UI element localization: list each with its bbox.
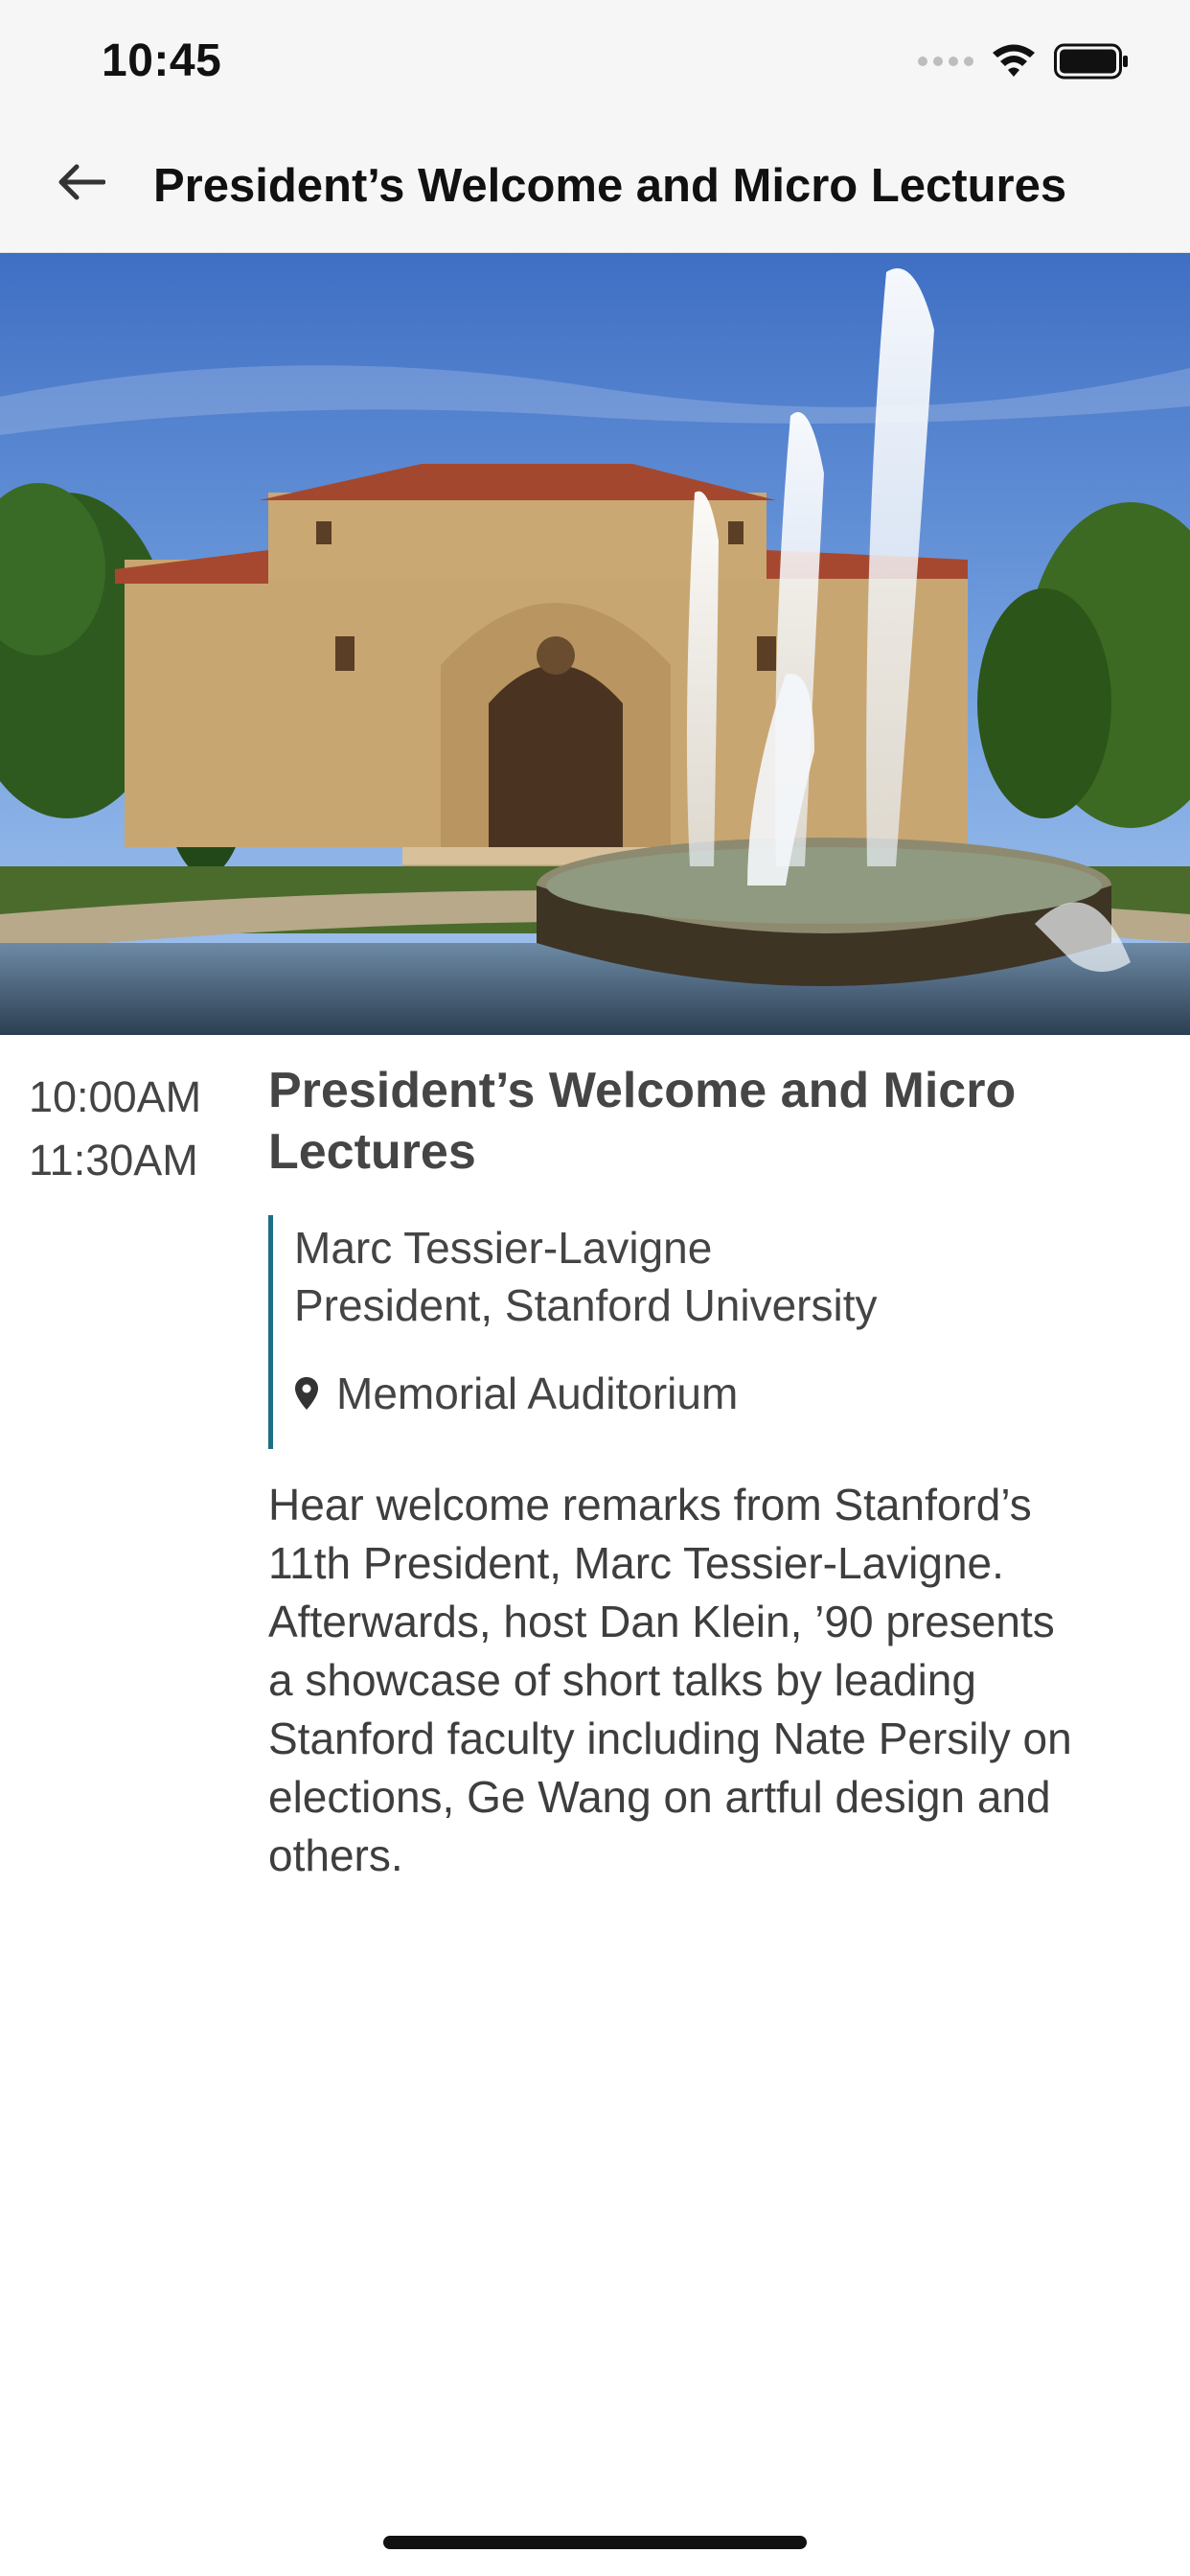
event-times: 10:00AM 11:30AM [29,1066,201,1192]
start-time: 10:00AM [29,1072,202,1121]
speaker-block: Marc Tessier-Lavigne President, Stanford… [268,1215,1131,1449]
wifi-icon [993,44,1035,77]
event-title: President’s Welcome and Micro Lectures [268,1063,1017,1180]
arrow-left-icon [58,164,105,200]
app-header: President’s Welcome and Micro Lectures [0,96,1190,253]
map-pin-icon [295,1377,318,1410]
end-time: 11:30AM [29,1136,198,1184]
screen: 10:45 President’s Welcome and Micro Lect… [0,0,1190,2576]
event-description: Hear welcome remarks from Stanford’s 11t… [268,1480,1072,1880]
hero-image [0,253,1190,1035]
back-button[interactable] [46,148,115,217]
status-icons [918,42,1129,80]
auditorium-photo [0,253,1190,1035]
location-text: Memorial Auditorium [336,1368,739,1418]
status-bar: 10:45 [0,0,1190,96]
location-row[interactable]: Memorial Auditorium [294,1365,1131,1422]
page-title: President’s Welcome and Micro Lectures [153,160,1067,212]
battery-icon [1054,43,1128,80]
signal-icon [918,57,973,66]
home-indicator[interactable] [383,2536,807,2549]
speaker-role: President, Stanford University [294,1280,878,1330]
speaker-name: Marc Tessier-Lavigne [294,1223,713,1273]
status-time: 10:45 [102,35,222,86]
